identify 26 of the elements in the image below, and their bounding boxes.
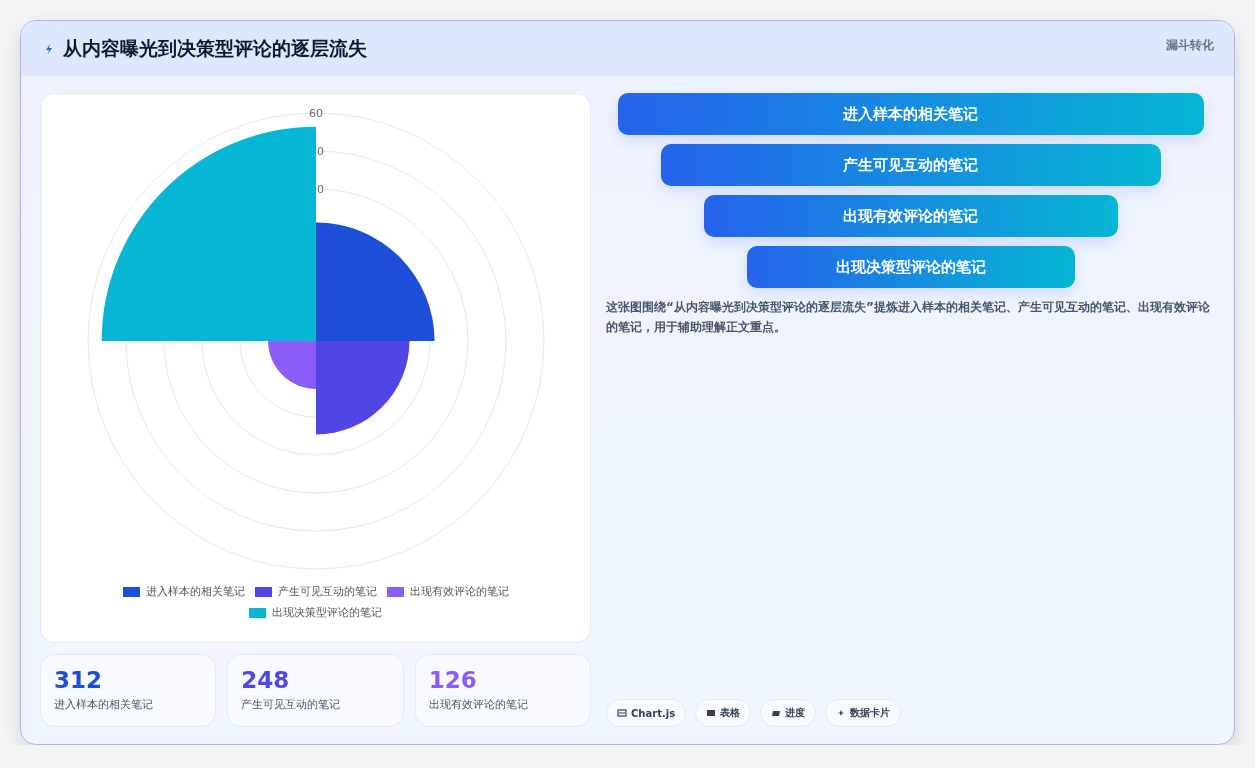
legend-label: 出现有效评论的笔记: [409, 584, 509, 599]
panel-tag: 漏斗转化: [1166, 37, 1214, 76]
chip-label: 进度: [785, 706, 806, 720]
stat-value: 312: [54, 666, 103, 695]
chart-icon: [617, 708, 627, 718]
axis-tick-label: 0: [316, 183, 324, 196]
axis-tick-label: 60: [308, 107, 323, 120]
description-text: 这张图围绕“从内容曝光到决策型评论的逐层流失”提炼进入样本的相关笔记、产生可见互动的笔记、出现有效评论的笔记，用于辅助理解正文重点。: [606, 299, 1211, 336]
panel-title: 从内容曝光到决策型评论的逐层流失: [63, 35, 367, 61]
stat-value: 248: [241, 666, 291, 695]
funnel-stage: 产生可见互动的笔记: [660, 144, 1161, 186]
stat-value: 126: [428, 666, 478, 695]
chip-label: 表格: [720, 706, 741, 720]
funnel-stage: 出现决策型评论的笔记: [746, 246, 1075, 288]
chip-label: 数据卡片: [850, 706, 891, 720]
legend-label: 产生可见互动的笔记: [277, 584, 377, 599]
stat-label: 产生可见互动的笔记: [241, 697, 342, 712]
funnel-stage: 进入样本的相关笔记: [617, 93, 1204, 135]
lightning-icon: [43, 42, 55, 55]
stat-label: 进入样本的相关笔记: [54, 697, 154, 712]
chip-label: Chart.js: [631, 707, 676, 719]
stat-label: 出现有效评论的笔记: [428, 697, 529, 712]
legend-label: 进入样本的相关笔记: [145, 584, 245, 599]
legend-label: 出现决策型评论的笔记: [272, 605, 382, 620]
axis-tick-label: 0: [316, 145, 324, 158]
funnel-stage: 出现有效评论的笔记: [703, 195, 1118, 237]
